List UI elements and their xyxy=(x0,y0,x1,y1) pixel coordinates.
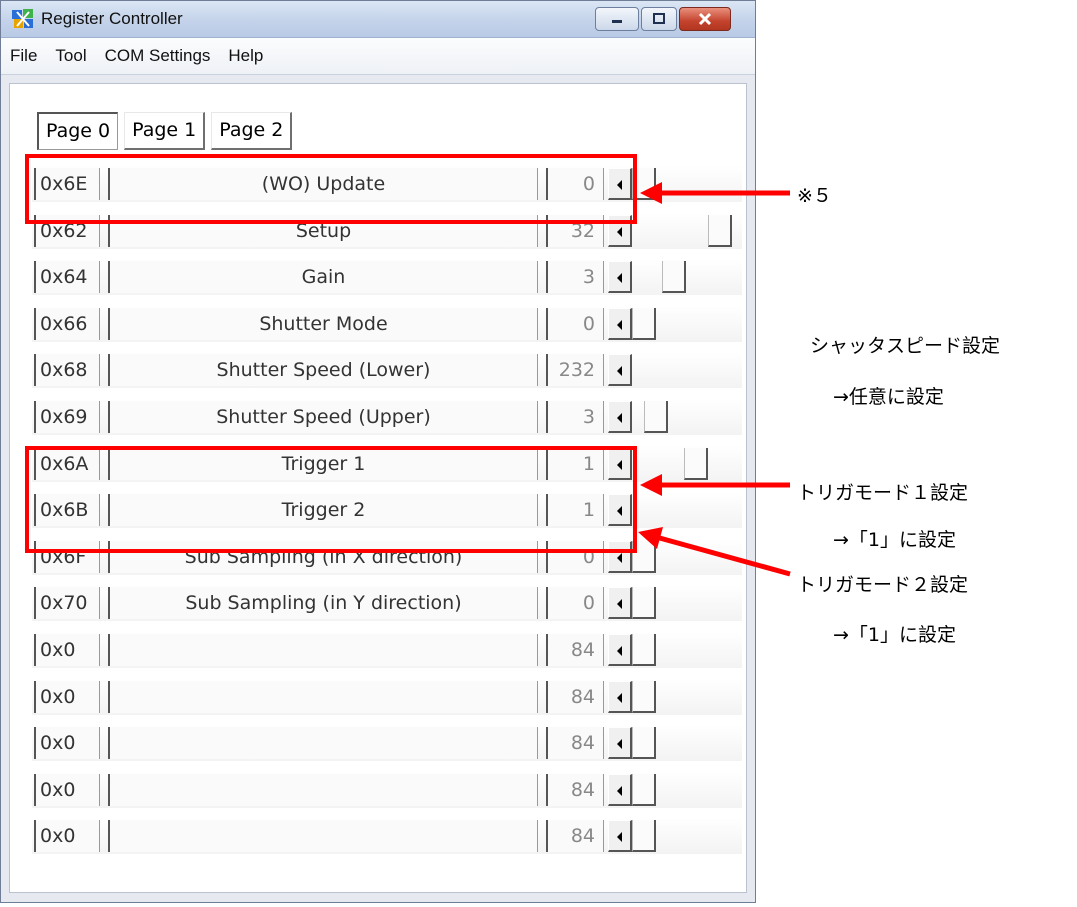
annotation-arrows xyxy=(638,182,791,577)
trigger1-note: トリガモード１設定 xyxy=(797,482,969,504)
shutter-speed-subnote: →任意に設定 xyxy=(833,386,944,408)
trigger2-subnote: →「1」に設定 xyxy=(833,624,957,646)
note-5-label: ※５ xyxy=(797,185,832,207)
shutter-speed-note: シャッタスピード設定 xyxy=(810,335,1001,357)
trigger1-subnote: →「1」に設定 xyxy=(833,529,957,551)
trigger2-note: トリガモード２設定 xyxy=(797,574,969,596)
